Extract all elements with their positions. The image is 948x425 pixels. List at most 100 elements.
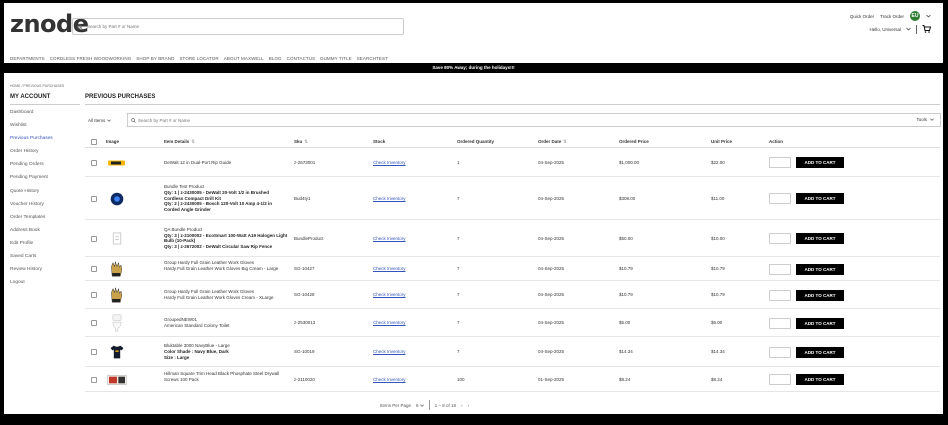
nav-item-0[interactable]: DEPARTMENTS [10, 56, 45, 61]
sort-icon[interactable]: ⇅ [563, 139, 567, 144]
product-image[interactable] [106, 344, 128, 360]
add-to-cart-button[interactable]: ADD TO CART [796, 157, 844, 168]
nav-item-1[interactable]: CORDLESS FRESH WOODWORKING [50, 56, 132, 61]
sidebar-item-review-history[interactable]: Review History [10, 267, 78, 280]
nav-item-7[interactable]: DUMMY TITLE [320, 56, 351, 61]
item-details[interactable]: Group Hardy Full Grain Leather Work Glov… [164, 260, 289, 272]
add-to-cart-button[interactable]: ADD TO CART [796, 346, 844, 358]
check-inventory-link[interactable]: Check Inventory [373, 236, 406, 242]
check-inventory-link[interactable]: Check Inventory [373, 196, 406, 202]
ordered-quantity: 7 [457, 235, 460, 241]
row-checkbox[interactable] [91, 195, 97, 202]
chevron-down-icon[interactable] [906, 27, 911, 32]
product-image[interactable] [106, 231, 128, 247]
product-image[interactable] [106, 314, 128, 332]
quantity-input[interactable] [769, 346, 791, 358]
check-inventory-link[interactable]: Check Inventory [373, 292, 406, 298]
account-avatar[interactable]: EU [910, 11, 920, 21]
sidebar-item-voucher-history[interactable]: Voucher History [10, 202, 78, 215]
quantity-input[interactable] [769, 289, 791, 301]
check-inventory-link[interactable]: Check Inventory [373, 160, 406, 166]
next-page-icon[interactable]: › [468, 403, 470, 408]
check-inventory-link[interactable]: Check Inventory [373, 377, 406, 383]
nav-item-5[interactable]: BLOG [269, 56, 282, 61]
col-sku[interactable]: Sku ⇅ [294, 139, 308, 145]
col-item-details[interactable]: Item Details ⇅ [164, 139, 195, 145]
nav-item-2[interactable]: SHOP BY BRAND [136, 56, 174, 61]
row-checkbox[interactable] [91, 266, 97, 272]
row-checkbox[interactable] [91, 320, 97, 326]
quantity-input[interactable] [769, 374, 791, 385]
product-image[interactable] [106, 261, 128, 277]
col-order-date-label: Order Date [538, 139, 562, 144]
product-image[interactable] [106, 372, 128, 388]
nav-item-8[interactable]: SEARCHTEST [357, 56, 388, 61]
check-inventory-link[interactable]: Check Inventory [373, 320, 406, 326]
add-to-cart-button[interactable]: ADD TO CART [796, 233, 844, 244]
row-checkbox[interactable] [91, 349, 97, 355]
add-to-cart-button[interactable]: ADD TO CART [796, 193, 844, 204]
item-details[interactable]: QA Bundle Product Qty: 3 | z-2100002 - Ec… [164, 227, 289, 250]
quantity-input[interactable] [769, 317, 791, 329]
sort-icon[interactable]: ⇅ [304, 139, 308, 144]
tools-dropdown[interactable]: Tools [916, 117, 934, 122]
chevron-down-icon[interactable] [926, 14, 931, 19]
col-order-date[interactable]: Order Date ⇅ [538, 139, 567, 145]
site-search[interactable] [72, 18, 404, 35]
nav-item-3[interactable]: STORE LOCATOR [179, 56, 218, 61]
item-details[interactable]: Hillman Square Trim Head Black Phosphate… [164, 371, 289, 383]
row-checkbox[interactable] [91, 292, 97, 298]
add-to-cart-button[interactable]: ADD TO CART [796, 263, 844, 275]
sidebar-item-pending-payment[interactable]: Pending Payment [10, 175, 78, 188]
track-order-link[interactable]: Track Order [880, 14, 904, 19]
row-checkbox[interactable] [91, 376, 97, 383]
sidebar-item-order-templates[interactable]: Order Templates [10, 215, 78, 228]
sidebar-item-address-book[interactable]: Address Book [10, 228, 78, 241]
grid-search[interactable]: Tools [127, 113, 941, 127]
sidebar-item-logout[interactable]: Logout [10, 280, 78, 293]
search-icon[interactable] [128, 117, 138, 123]
items-filter-dropdown[interactable]: All Items [88, 115, 112, 125]
sidebar-item-quote-history[interactable]: Quote History [10, 189, 78, 202]
row-checkbox[interactable] [91, 159, 97, 166]
greeting[interactable]: Hello, Universal [869, 27, 901, 32]
product-image[interactable] [106, 155, 128, 171]
breadcrumb[interactable]: HOME / PREVIOUS PURCHASES [10, 84, 64, 88]
sidebar-item-order-history[interactable]: Order History [10, 149, 78, 162]
item-details[interactable]: Group Hardy Full Grain Leather Work Glov… [164, 289, 289, 301]
quantity-input[interactable] [769, 157, 791, 168]
add-to-cart-button[interactable]: ADD TO CART [796, 317, 844, 329]
sidebar-item-edit-profile[interactable]: Edit Profile [10, 241, 78, 254]
grid-search-input[interactable] [138, 117, 838, 123]
quantity-input[interactable] [769, 193, 791, 204]
nav-item-4[interactable]: ABOUT MAXWELL [224, 56, 264, 61]
row-checkbox[interactable] [91, 235, 97, 242]
items-per-page-select[interactable]: 8 [416, 403, 424, 408]
quantity-input[interactable] [769, 233, 791, 244]
add-to-cart-button[interactable]: ADD TO CART [796, 374, 844, 385]
select-all-checkbox[interactable] [91, 139, 97, 145]
sidebar-item-dashboard[interactable]: Dashboard [10, 110, 78, 123]
item-details[interactable]: Bluktable 3000 NavyBlue - Large Color Sha… [164, 343, 289, 360]
check-inventory-link[interactable]: Check Inventory [373, 349, 406, 355]
item-details[interactable]: DeWalt 12 in Dual-Port Rip Guide [164, 160, 289, 166]
quantity-input[interactable] [769, 263, 791, 275]
nav-item-6[interactable]: CONTACTUS [287, 56, 316, 61]
check-inventory-link[interactable]: Check Inventory [373, 266, 406, 272]
item-details[interactable]: GroupedNEW01 American Standard Colony Toi… [164, 317, 289, 329]
sidebar-item-pending-orders[interactable]: Pending Orders [10, 162, 78, 175]
product-image[interactable] [106, 287, 128, 303]
search-icon[interactable] [73, 19, 87, 34]
sidebar-item-saved-carts[interactable]: Saved Carts [10, 254, 78, 267]
add-to-cart-button[interactable]: ADD TO CART [796, 289, 844, 301]
sidebar-item-wishlist[interactable]: Wishlist [10, 123, 78, 136]
item-detail-line: Qty: 3 | z-2672002 - DeWalt Circular Saw… [164, 244, 273, 250]
site-search-input[interactable] [87, 24, 387, 29]
sort-icon[interactable]: ⇅ [191, 139, 195, 144]
product-image[interactable] [106, 191, 128, 207]
cart-icon[interactable] [922, 25, 932, 34]
quick-order-link[interactable]: Quick Order [850, 14, 874, 19]
sidebar-item-previous-purchases[interactable]: Previous Purchases [10, 136, 78, 149]
item-details[interactable]: Bundle Test Product Qty: 1 | z-2430005 - … [164, 184, 289, 213]
prev-page-icon[interactable]: ‹ [461, 403, 463, 408]
